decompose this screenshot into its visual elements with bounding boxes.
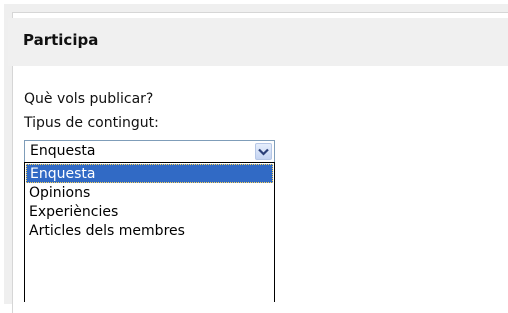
select-value: Enquesta <box>30 143 96 159</box>
chevron-down-icon[interactable] <box>255 143 272 160</box>
dropdown-listbox: Enquesta Opinions Experiències Articles … <box>24 162 275 302</box>
option-opinions[interactable]: Opinions <box>26 184 273 203</box>
option-enquesta[interactable]: Enquesta <box>26 164 273 183</box>
question-label: Què vols publicar? <box>24 91 154 107</box>
option-experiencies[interactable]: Experiències <box>26 203 273 222</box>
content-type-select[interactable]: Enquesta <box>24 140 275 163</box>
option-articles-dels-membres[interactable]: Articles dels membres <box>26 222 273 241</box>
content-type-label: Tipus de contingut: <box>24 115 159 131</box>
panel-title: Participa <box>23 31 99 49</box>
